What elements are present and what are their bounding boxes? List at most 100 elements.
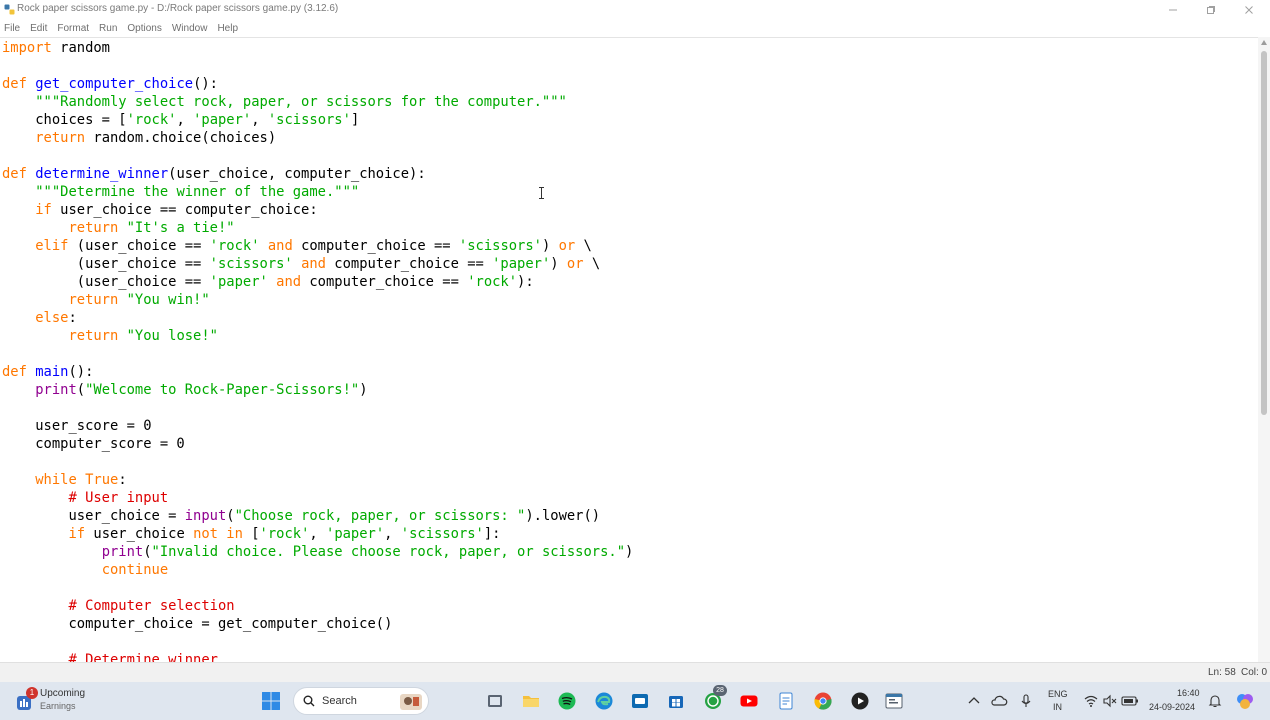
code-line[interactable]: if user_choice not in ['rock', 'paper', … — [2, 525, 633, 543]
code-line[interactable]: print("Invalid choice. Please choose roc… — [2, 543, 634, 561]
wifi-icon[interactable] — [1083, 693, 1099, 709]
code-line[interactable]: ​ — [2, 453, 633, 471]
code-line[interactable]: return random.choice(choices) — [2, 129, 633, 147]
region-indicator[interactable]: IN — [1053, 702, 1062, 712]
code-line[interactable]: choices = ['rock', 'paper', 'scissors'] — [2, 111, 633, 129]
code-token: , — [176, 112, 194, 128]
menu-format[interactable]: Format — [53, 23, 93, 34]
weather-widget[interactable]: 1 Upcoming Earnings — [12, 686, 122, 716]
microphone-icon[interactable] — [1018, 693, 1034, 709]
task-view-icon[interactable] — [485, 691, 505, 711]
whatsapp-button[interactable]: 28 — [703, 685, 727, 711]
code-token: : — [68, 310, 77, 326]
code-token: (): — [193, 76, 218, 92]
code-line[interactable]: user_score = 0 — [2, 417, 633, 435]
string-token: 'paper' — [209, 274, 268, 290]
code-line[interactable]: (user_choice == 'paper' and computer_cho… — [2, 273, 633, 291]
code-token: computer_choice == — [292, 238, 459, 254]
keyword-token: continue — [101, 562, 169, 578]
scrollbar-thumb[interactable] — [1261, 51, 1267, 415]
code-line[interactable]: user_choice = input("Choose rock, paper,… — [2, 507, 633, 525]
code-token: ) — [625, 544, 634, 560]
keyword-token: return — [68, 328, 119, 344]
notepad-icon[interactable] — [776, 691, 796, 711]
minimize-icon — [1169, 9, 1177, 11]
clock-time[interactable]: 16:40 — [1177, 688, 1200, 698]
code-line[interactable]: # Determine winner — [2, 651, 633, 662]
comment-token: # Determine winner — [68, 652, 218, 662]
restore-button[interactable] — [1192, 0, 1230, 20]
idle-app-icon[interactable] — [884, 691, 904, 711]
code-line[interactable]: while True: — [2, 471, 633, 489]
edge-icon[interactable] — [594, 691, 614, 711]
code-line[interactable]: computer_choice = get_computer_choice() — [2, 615, 633, 633]
code-token: computer_choice == — [301, 274, 468, 290]
language-indicator[interactable]: ENG — [1048, 689, 1068, 699]
code-line[interactable]: else: — [2, 309, 633, 327]
code-line[interactable]: def get_computer_choice(): — [2, 75, 633, 93]
clock-date[interactable]: 24-09-2024 — [1149, 702, 1195, 712]
code-token: (): — [68, 364, 94, 380]
chrome-icon[interactable] — [813, 691, 833, 711]
code-line[interactable]: # User input — [2, 489, 633, 507]
dell-app-icon[interactable] — [630, 691, 650, 711]
code-line[interactable]: def main(): — [2, 363, 633, 381]
code-line[interactable]: ​ — [2, 579, 633, 597]
file-explorer-icon[interactable] — [521, 691, 541, 711]
chevron-up-icon[interactable] — [966, 693, 982, 709]
code-line[interactable]: return "You win!" — [2, 291, 633, 309]
code-line[interactable]: def determine_winner(user_choice, comput… — [2, 165, 633, 183]
volume-muted-icon[interactable] — [1102, 693, 1118, 709]
menu-options[interactable]: Options — [123, 23, 165, 34]
code-line[interactable]: ​ — [2, 345, 633, 363]
spotify-icon[interactable] — [557, 691, 577, 711]
code-line[interactable]: ​ — [2, 399, 633, 417]
onedrive-icon[interactable] — [990, 693, 1008, 709]
string-token: 'paper' — [326, 526, 385, 542]
code-line[interactable]: ​ — [2, 147, 633, 165]
weather-badge: 1 — [26, 687, 38, 699]
code-line[interactable]: ​ — [2, 57, 633, 75]
copilot-icon[interactable] — [1235, 691, 1255, 711]
code-line[interactable]: elif (user_choice == 'rock' and computer… — [2, 237, 633, 255]
code-editor[interactable]: import random​def get_computer_choice():… — [0, 37, 1258, 662]
string-token: "You lose!" — [126, 328, 218, 344]
code-line[interactable]: print("Welcome to Rock-Paper-Scissors!") — [2, 381, 633, 399]
menu-window[interactable]: Window — [168, 23, 212, 34]
youtube-icon[interactable] — [739, 691, 759, 711]
code-line[interactable]: return "It's a tie!" — [2, 219, 633, 237]
menu-edit[interactable]: Edit — [26, 23, 51, 34]
store-icon[interactable] — [666, 691, 686, 711]
notifications-icon[interactable] — [1207, 693, 1223, 709]
close-button[interactable] — [1230, 0, 1268, 20]
title-bar: Rock paper scissors game.py - D:/Rock pa… — [0, 0, 1270, 20]
minimize-button[interactable] — [1154, 0, 1192, 20]
keyword-token: if — [35, 202, 52, 218]
battery-icon[interactable] — [1121, 694, 1139, 708]
code-line[interactable]: """Randomly select rock, paper, or sciss… — [2, 93, 633, 111]
vertical-scrollbar[interactable] — [1258, 37, 1270, 662]
code-line[interactable]: ​ — [2, 633, 633, 651]
taskbar-search[interactable]: Search — [293, 687, 429, 715]
code-line[interactable]: computer_score = 0 — [2, 435, 633, 453]
scroll-up-icon[interactable] — [1261, 40, 1267, 45]
menu-run[interactable]: Run — [95, 23, 121, 34]
media-player-icon[interactable] — [850, 691, 870, 711]
code-line[interactable]: if user_choice == computer_choice: — [2, 201, 633, 219]
windows-start-icon[interactable] — [261, 691, 281, 711]
code-token: user_choice = — [2, 508, 185, 524]
code-line[interactable]: (user_choice == 'scissors' and computer_… — [2, 255, 633, 273]
code-line[interactable]: continue — [2, 561, 633, 579]
code-line[interactable]: import random — [2, 39, 633, 57]
code-line[interactable]: # Computer selection — [2, 597, 633, 615]
code-text-area[interactable]: import random​def get_computer_choice():… — [2, 39, 633, 662]
function-name-token: main — [35, 364, 69, 380]
menu-help[interactable]: Help — [213, 23, 242, 34]
keyword-token: and — [301, 256, 326, 272]
menu-file[interactable]: File — [0, 23, 24, 34]
code-line[interactable]: return "You lose!" — [2, 327, 633, 345]
